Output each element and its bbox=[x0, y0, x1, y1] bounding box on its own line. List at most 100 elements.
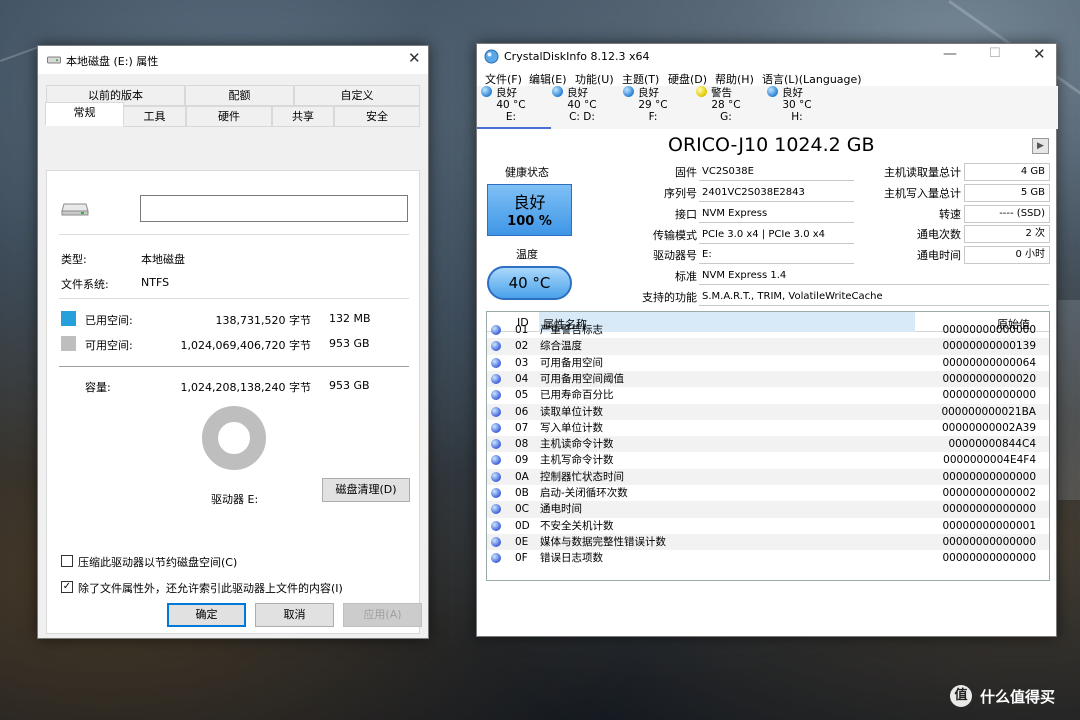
attr-id: 01 bbox=[515, 324, 529, 336]
attr-name: 可用备用空间阈值 bbox=[540, 372, 624, 385]
status-dot-icon bbox=[491, 357, 501, 368]
attr-id: 0D bbox=[515, 519, 530, 532]
volume-name-input[interactable] bbox=[140, 195, 408, 222]
smart-row[interactable]: 0D 不安全关机计数 00000000000001 bbox=[487, 518, 1049, 534]
attr-name: 媒体与数据完整性错误计数 bbox=[540, 535, 666, 548]
smart-row[interactable]: 08 主机读命令计数 00000000844C4 bbox=[487, 436, 1049, 453]
menu-disk[interactable]: 硬盘(D) bbox=[668, 71, 707, 87]
rotation-value: ---- (SSD) bbox=[964, 205, 1050, 223]
transfer-mode-label: 传输模式 bbox=[653, 229, 697, 242]
serial-value: 2401VC2S038E2843 bbox=[699, 184, 854, 202]
free-bytes: 1,024,069,406,720 字节 bbox=[180, 339, 311, 352]
smart-row[interactable]: 0A 控制器忙状态时间 00000000000000 bbox=[487, 468, 1049, 485]
disk-letter: F: bbox=[648, 111, 658, 123]
disk-model-title: ORICO-J10 1024.2 GB bbox=[668, 134, 875, 156]
smart-row[interactable]: 04 可用备用空间阈值 00000000000020 bbox=[487, 370, 1049, 388]
apply-button[interactable]: 应用(A) bbox=[343, 603, 422, 627]
attr-id: 02 bbox=[515, 340, 529, 353]
attr-name: 综合温度 bbox=[540, 340, 582, 353]
ok-button[interactable]: 确定 bbox=[167, 603, 246, 627]
used-bytes: 138,731,520 字节 bbox=[215, 314, 311, 327]
host-reads-value: 4 GB bbox=[964, 163, 1050, 181]
firmware-value: VC2S038E bbox=[699, 163, 854, 181]
minimize-icon[interactable]: — bbox=[943, 46, 957, 62]
attr-raw: 00000000000020 bbox=[942, 372, 1036, 385]
close-icon[interactable]: ✕ bbox=[408, 49, 421, 67]
menu-edit[interactable]: 编辑(E) bbox=[529, 71, 567, 87]
type-value: 本地磁盘 bbox=[141, 253, 185, 266]
maximize-icon[interactable]: ☐ bbox=[989, 46, 1001, 61]
attr-raw: 00000000000139 bbox=[942, 340, 1036, 353]
disk-cleanup-button[interactable]: 磁盘清理(D) bbox=[322, 478, 410, 502]
attr-raw: 00000000000001 bbox=[942, 519, 1036, 532]
power-count-label: 通电次数 bbox=[917, 228, 961, 241]
status-dot-icon bbox=[491, 390, 501, 401]
tab-customize[interactable]: 自定义 bbox=[294, 85, 420, 106]
cdi-titlebar: CrystalDiskInfo 8.12.3 x64 — ☐ ✕ bbox=[477, 44, 1056, 70]
next-disk-icon[interactable]: ▶ bbox=[1032, 138, 1049, 154]
cancel-button[interactable]: 取消 bbox=[255, 603, 334, 627]
smart-row[interactable]: 05 已用寿命百分比 00000000000000 bbox=[487, 387, 1049, 403]
used-color-swatch bbox=[61, 311, 76, 326]
attr-raw: 00000000000000 bbox=[942, 470, 1036, 483]
power-hours-label: 通电时间 bbox=[917, 249, 961, 262]
drive-properties-dialog: 本地磁盘 (E:) 属性 ✕ 以前的版本 配额 自定义 工具 硬件 共享 安全 … bbox=[37, 45, 429, 639]
disk-status: 良好 bbox=[638, 87, 659, 99]
compress-checkbox[interactable] bbox=[61, 555, 73, 567]
standard-label: 标准 bbox=[675, 270, 697, 283]
disk-tab-h[interactable]: 良好 30 °C H: bbox=[767, 86, 827, 128]
props-titlebar: 本地磁盘 (E:) 属性 ✕ bbox=[38, 46, 428, 74]
transfer-mode-value: PCIe 3.0 x4 | PCIe 3.0 x4 bbox=[699, 226, 854, 244]
used-label: 已用空间: bbox=[85, 314, 133, 327]
index-checkbox[interactable]: ✓ bbox=[61, 581, 73, 593]
smart-row[interactable]: 02 综合温度 00000000000139 bbox=[487, 338, 1049, 355]
tab-tools[interactable]: 工具 bbox=[123, 106, 186, 127]
host-writes-value: 5 GB bbox=[964, 184, 1050, 202]
disk-letter: G: bbox=[720, 111, 732, 123]
attr-name: 写入单位计数 bbox=[540, 421, 603, 434]
status-dot-icon bbox=[491, 504, 501, 515]
watermark-text: 什么值得买 bbox=[980, 688, 1056, 706]
power-count-value: 2 次 bbox=[964, 225, 1050, 243]
tab-sharing[interactable]: 共享 bbox=[272, 106, 334, 127]
smart-row[interactable]: 0C 通电时间 00000000000000 bbox=[487, 501, 1049, 518]
disk-tab-g[interactable]: 警告 28 °C G: bbox=[696, 86, 756, 128]
tab-quota[interactable]: 配额 bbox=[185, 85, 294, 106]
smart-row[interactable]: 07 写入单位计数 00000000002A39 bbox=[487, 420, 1049, 436]
smart-row[interactable]: 01 严重警告标志 00000000000000 bbox=[487, 322, 1049, 338]
index-label: 除了文件属性外，还允许索引此驱动器上文件的内容(I) bbox=[78, 582, 343, 595]
props-title: 本地磁盘 (E:) 属性 bbox=[66, 55, 159, 68]
smart-row[interactable]: 0F 错误日志项数 00000000000000 bbox=[487, 550, 1049, 566]
attr-id: 06 bbox=[515, 405, 529, 418]
attr-name: 错误日志项数 bbox=[540, 552, 603, 565]
attr-id: 03 bbox=[515, 356, 529, 369]
smart-row[interactable]: 09 主机写命令计数 0000000004E4F4 bbox=[487, 452, 1049, 468]
tab-security[interactable]: 安全 bbox=[334, 106, 420, 127]
capacity-bytes: 1,024,208,138,240 字节 bbox=[180, 381, 311, 394]
drive-letter-value: E: bbox=[699, 246, 854, 264]
attr-raw: 00000000000000 bbox=[942, 535, 1036, 548]
tab-general[interactable]: 常规 bbox=[45, 102, 124, 126]
attr-name: 已用寿命百分比 bbox=[540, 389, 614, 402]
disk-tab-e[interactable]: 良好 40 °C E: bbox=[481, 86, 541, 128]
smart-row[interactable]: 0B 启动-关闭循环次数 00000000000002 bbox=[487, 485, 1049, 501]
crystal-app-icon bbox=[484, 49, 499, 64]
smart-row[interactable]: 0E 媒体与数据完整性错误计数 00000000000000 bbox=[487, 533, 1049, 551]
attr-id: 0A bbox=[515, 470, 529, 483]
tab-hardware[interactable]: 硬件 bbox=[186, 106, 272, 127]
drive-icon bbox=[47, 56, 61, 64]
menu-language[interactable]: 语言(L)(Language) bbox=[762, 71, 862, 87]
attr-raw: 00000000002A39 bbox=[941, 421, 1036, 434]
disk-tab-f[interactable]: 良好 29 °C F: bbox=[623, 86, 683, 128]
disk-tab-cd[interactable]: 良好 40 °C C: D: bbox=[552, 86, 612, 128]
close-icon[interactable]: ✕ bbox=[1033, 45, 1046, 63]
menu-help[interactable]: 帮助(H) bbox=[715, 71, 754, 87]
host-writes-label: 主机写入量总计 bbox=[884, 187, 961, 200]
disk-status: 警告 bbox=[711, 87, 732, 99]
attr-raw: 000000000021BA bbox=[941, 405, 1036, 418]
menu-file[interactable]: 文件(F) bbox=[485, 71, 522, 87]
smart-row[interactable]: 03 可用备用空间 00000000000064 bbox=[487, 355, 1049, 371]
smart-row[interactable]: 06 读取单位计数 000000000021BA bbox=[487, 403, 1049, 420]
menu-theme[interactable]: 主题(T) bbox=[622, 71, 659, 87]
menu-function[interactable]: 功能(U) bbox=[575, 71, 614, 87]
